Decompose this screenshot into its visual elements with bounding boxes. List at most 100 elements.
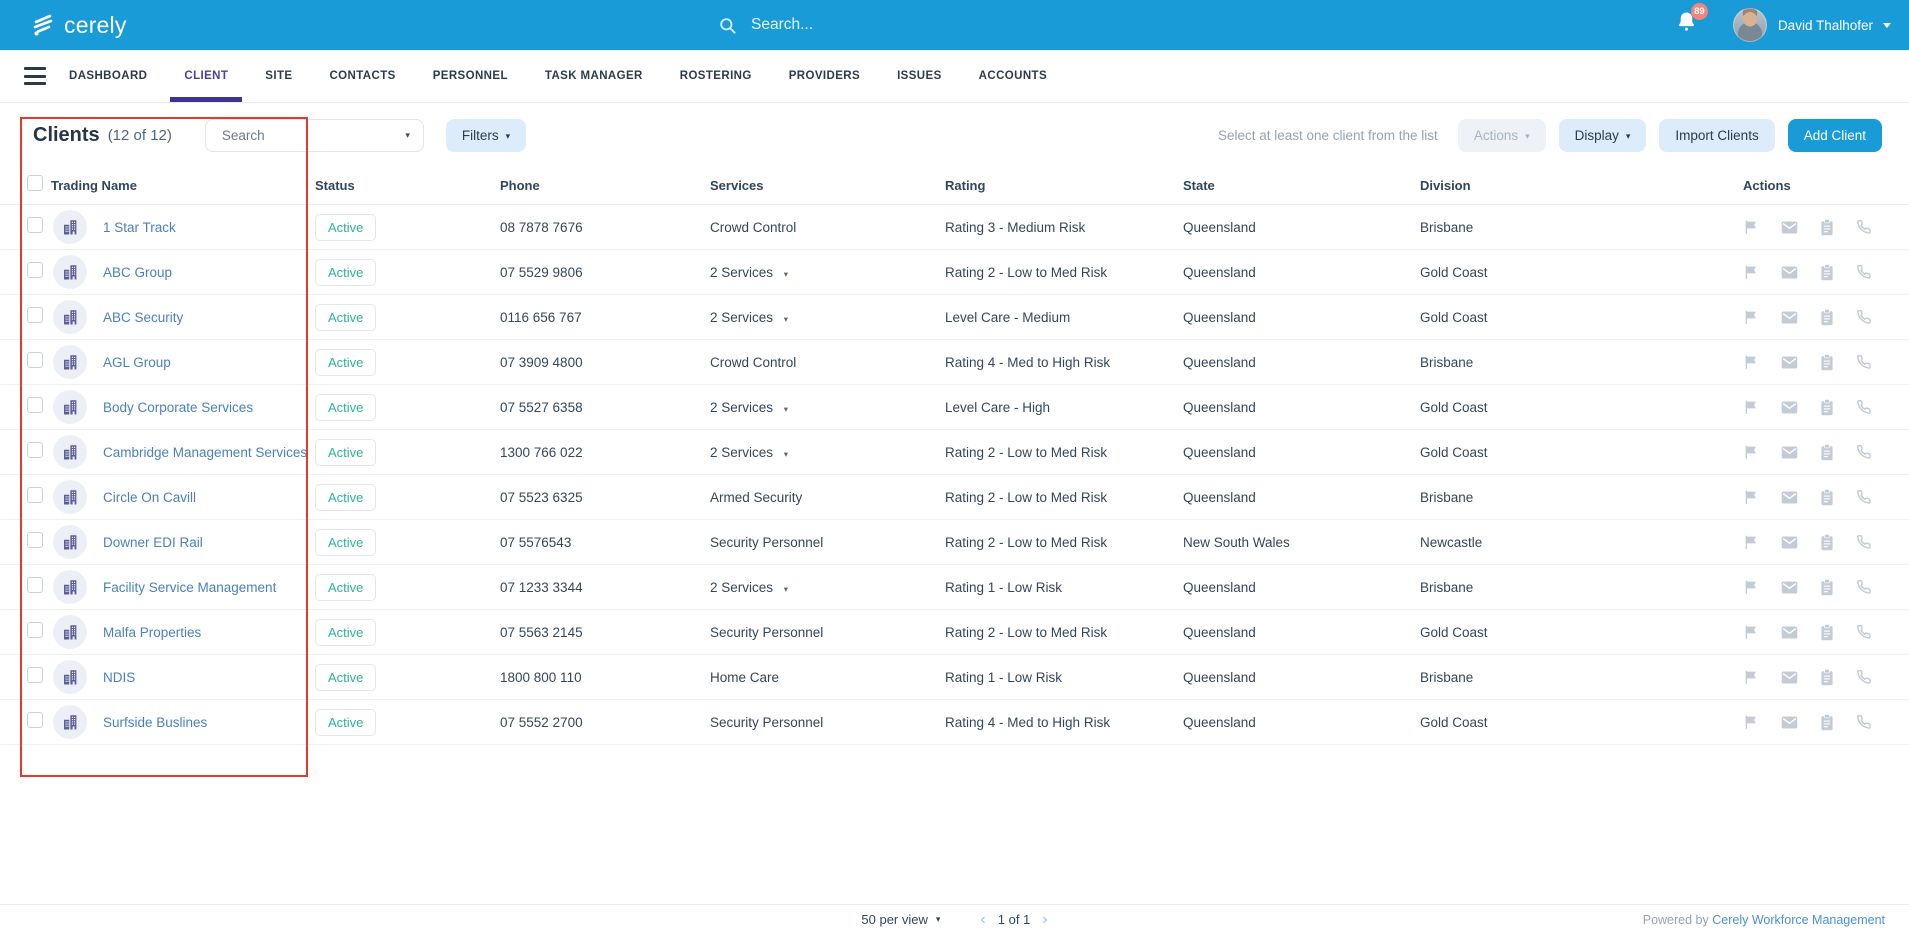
- notes-icon[interactable]: [1820, 443, 1834, 461]
- row-checkbox[interactable]: [27, 711, 43, 728]
- notifications-bell[interactable]: 89: [1676, 3, 1708, 39]
- flag-icon[interactable]: [1743, 264, 1759, 280]
- services-chevron-icon[interactable]: ▾: [784, 584, 788, 594]
- mail-icon[interactable]: [1781, 400, 1798, 415]
- services-chevron-icon[interactable]: ▾: [784, 269, 788, 279]
- flag-icon[interactable]: [1743, 669, 1759, 685]
- flag-icon[interactable]: [1743, 444, 1759, 460]
- notes-icon[interactable]: [1820, 578, 1834, 596]
- nav-tab-personnel[interactable]: PERSONNEL: [433, 50, 508, 102]
- phone-icon[interactable]: [1856, 444, 1872, 460]
- actions-button[interactable]: Actions ▾: [1457, 118, 1546, 152]
- phone-icon[interactable]: [1856, 399, 1872, 415]
- client-name-link[interactable]: Surfside Buslines: [103, 715, 207, 730]
- user-menu-chevron-icon[interactable]: [1883, 22, 1891, 28]
- flag-icon[interactable]: [1743, 489, 1759, 505]
- services-chevron-icon[interactable]: ▾: [784, 314, 788, 324]
- client-name-link[interactable]: Malfa Properties: [103, 625, 201, 640]
- client-name-link[interactable]: Circle On Cavill: [103, 490, 196, 505]
- client-name-link[interactable]: 1 Star Track: [103, 220, 176, 235]
- mail-icon[interactable]: [1781, 265, 1798, 280]
- mail-icon[interactable]: [1781, 355, 1798, 370]
- select-all-checkbox[interactable]: [27, 174, 43, 191]
- column-header-services[interactable]: Services: [710, 178, 945, 193]
- column-header-trading-name[interactable]: Trading Name: [51, 178, 315, 193]
- notes-icon[interactable]: [1820, 533, 1834, 551]
- notes-icon[interactable]: [1820, 263, 1834, 281]
- nav-tab-dashboard[interactable]: DASHBOARD: [69, 50, 147, 102]
- import-clients-button[interactable]: Import Clients: [1659, 118, 1775, 152]
- column-header-division[interactable]: Division: [1420, 178, 1743, 193]
- notes-icon[interactable]: [1820, 488, 1834, 506]
- mail-icon[interactable]: [1781, 490, 1798, 505]
- nav-tab-client[interactable]: CLIENT: [170, 50, 243, 102]
- flag-icon[interactable]: [1743, 399, 1759, 415]
- nav-tab-contacts[interactable]: CONTACTS: [329, 50, 395, 102]
- previous-page-icon[interactable]: ‹: [980, 911, 985, 928]
- client-name-link[interactable]: ABC Security: [103, 310, 183, 325]
- phone-icon[interactable]: [1856, 219, 1872, 235]
- client-name-link[interactable]: Cambridge Management Services: [103, 445, 307, 460]
- row-checkbox[interactable]: [27, 621, 43, 638]
- notes-icon[interactable]: [1820, 308, 1834, 326]
- cerely-logo[interactable]: cerely: [30, 12, 127, 39]
- notes-icon[interactable]: [1820, 668, 1834, 686]
- add-client-button[interactable]: Add Client: [1787, 118, 1882, 152]
- client-name-link[interactable]: Downer EDI Rail: [103, 535, 203, 550]
- column-header-status[interactable]: Status: [315, 178, 500, 193]
- phone-icon[interactable]: [1856, 309, 1872, 325]
- notes-icon[interactable]: [1820, 623, 1834, 641]
- display-button[interactable]: Display ▾: [1558, 118, 1647, 152]
- phone-icon[interactable]: [1856, 714, 1872, 730]
- client-name-link[interactable]: Facility Service Management: [103, 580, 276, 595]
- client-name-link[interactable]: Body Corporate Services: [103, 400, 253, 415]
- mail-icon[interactable]: [1781, 220, 1798, 235]
- phone-icon[interactable]: [1856, 669, 1872, 685]
- row-checkbox[interactable]: [27, 261, 43, 278]
- phone-icon[interactable]: [1856, 354, 1872, 370]
- search-scope-chevron-icon[interactable]: ▾: [405, 130, 410, 141]
- client-name-link[interactable]: AGL Group: [103, 355, 171, 370]
- flag-icon[interactable]: [1743, 624, 1759, 640]
- row-checkbox[interactable]: [27, 441, 43, 458]
- row-checkbox[interactable]: [27, 306, 43, 323]
- mail-icon[interactable]: [1781, 310, 1798, 325]
- row-checkbox[interactable]: [27, 486, 43, 503]
- mail-icon[interactable]: [1781, 535, 1798, 550]
- services-chevron-icon[interactable]: ▾: [784, 449, 788, 459]
- row-checkbox[interactable]: [27, 216, 43, 233]
- flag-icon[interactable]: [1743, 219, 1759, 235]
- global-search[interactable]: Search...: [718, 0, 813, 50]
- notes-icon[interactable]: [1820, 218, 1834, 236]
- row-checkbox[interactable]: [27, 351, 43, 368]
- mail-icon[interactable]: [1781, 625, 1798, 640]
- row-checkbox[interactable]: [27, 666, 43, 683]
- flag-icon[interactable]: [1743, 534, 1759, 550]
- nav-tab-providers[interactable]: PROVIDERS: [789, 50, 860, 102]
- client-search-input[interactable]: [221, 127, 392, 143]
- column-header-rating[interactable]: Rating: [945, 178, 1183, 193]
- client-name-link[interactable]: ABC Group: [103, 265, 172, 280]
- nav-tab-rostering[interactable]: ROSTERING: [680, 50, 752, 102]
- column-header-phone[interactable]: Phone: [500, 178, 710, 193]
- phone-icon[interactable]: [1856, 579, 1872, 595]
- user-avatar[interactable]: [1732, 8, 1767, 42]
- filters-button[interactable]: Filters ▾: [445, 118, 527, 152]
- notes-icon[interactable]: [1820, 353, 1834, 371]
- mail-icon[interactable]: [1781, 580, 1798, 595]
- phone-icon[interactable]: [1856, 264, 1872, 280]
- mail-icon[interactable]: [1781, 445, 1798, 460]
- nav-tab-issues[interactable]: ISSUES: [897, 50, 942, 102]
- column-header-state[interactable]: State: [1183, 178, 1420, 193]
- flag-icon[interactable]: [1743, 309, 1759, 325]
- per-page-selector[interactable]: 50 per view ▾: [861, 912, 940, 927]
- mail-icon[interactable]: [1781, 670, 1798, 685]
- flag-icon[interactable]: [1743, 354, 1759, 370]
- flag-icon[interactable]: [1743, 714, 1759, 730]
- nav-tab-task-manager[interactable]: TASK MANAGER: [545, 50, 643, 102]
- phone-icon[interactable]: [1856, 489, 1872, 505]
- nav-tab-accounts[interactable]: ACCOUNTS: [979, 50, 1047, 102]
- row-checkbox[interactable]: [27, 576, 43, 593]
- notes-icon[interactable]: [1820, 713, 1834, 731]
- hamburger-menu-icon[interactable]: [24, 50, 46, 102]
